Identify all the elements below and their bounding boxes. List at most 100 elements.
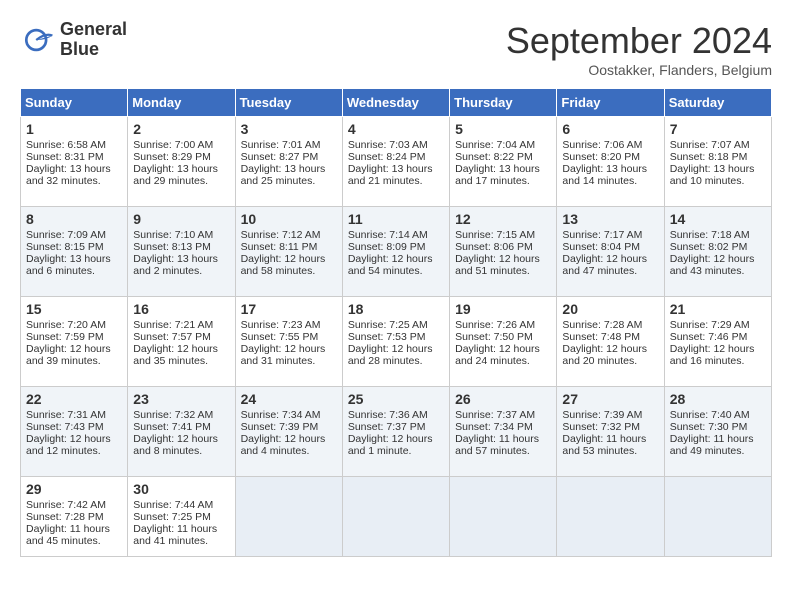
sunrise-text: Sunrise: 7:34 AM (241, 409, 321, 421)
sunrise-text: Sunrise: 7:39 AM (562, 409, 642, 421)
daylight-text: Daylight: 11 hours and 53 minutes. (562, 433, 646, 457)
sunset-text: Sunset: 7:50 PM (455, 331, 533, 343)
day-number: 30 (133, 481, 229, 497)
col-tuesday: Tuesday (235, 89, 342, 117)
sunrise-text: Sunrise: 7:21 AM (133, 319, 213, 331)
sunset-text: Sunset: 7:37 PM (348, 421, 426, 433)
sunrise-text: Sunrise: 7:37 AM (455, 409, 535, 421)
table-row: 8 Sunrise: 7:09 AM Sunset: 8:15 PM Dayli… (21, 207, 128, 297)
daylight-text: Daylight: 12 hours and 39 minutes. (26, 343, 111, 367)
sunset-text: Sunset: 8:24 PM (348, 151, 426, 163)
daylight-text: Daylight: 12 hours and 4 minutes. (241, 433, 326, 457)
sunrise-text: Sunrise: 7:36 AM (348, 409, 428, 421)
sunset-text: Sunset: 7:30 PM (670, 421, 748, 433)
sunset-text: Sunset: 8:02 PM (670, 241, 748, 253)
day-number: 16 (133, 301, 229, 317)
day-number: 25 (348, 391, 444, 407)
calendar-table: Sunday Monday Tuesday Wednesday Thursday… (20, 88, 772, 557)
day-number: 11 (348, 211, 444, 227)
daylight-text: Daylight: 12 hours and 58 minutes. (241, 253, 326, 277)
day-number: 27 (562, 391, 658, 407)
day-number: 18 (348, 301, 444, 317)
day-number: 12 (455, 211, 551, 227)
daylight-text: Daylight: 13 hours and 25 minutes. (241, 163, 326, 187)
daylight-text: Daylight: 13 hours and 2 minutes. (133, 253, 218, 277)
day-number: 6 (562, 121, 658, 137)
col-wednesday: Wednesday (342, 89, 449, 117)
sunset-text: Sunset: 7:34 PM (455, 421, 533, 433)
sunrise-text: Sunrise: 7:14 AM (348, 229, 428, 241)
day-number: 22 (26, 391, 122, 407)
table-row: 4 Sunrise: 7:03 AM Sunset: 8:24 PM Dayli… (342, 117, 449, 207)
col-monday: Monday (128, 89, 235, 117)
daylight-text: Daylight: 12 hours and 43 minutes. (670, 253, 755, 277)
day-number: 3 (241, 121, 337, 137)
table-row: 2 Sunrise: 7:00 AM Sunset: 8:29 PM Dayli… (128, 117, 235, 207)
col-sunday: Sunday (21, 89, 128, 117)
sunrise-text: Sunrise: 7:03 AM (348, 139, 428, 151)
day-number: 15 (26, 301, 122, 317)
col-saturday: Saturday (664, 89, 771, 117)
day-number: 29 (26, 481, 122, 497)
sunset-text: Sunset: 8:18 PM (670, 151, 748, 163)
sunrise-text: Sunrise: 7:09 AM (26, 229, 106, 241)
table-row: 3 Sunrise: 7:01 AM Sunset: 8:27 PM Dayli… (235, 117, 342, 207)
col-thursday: Thursday (450, 89, 557, 117)
sunrise-text: Sunrise: 6:58 AM (26, 139, 106, 151)
table-row: 28 Sunrise: 7:40 AM Sunset: 7:30 PM Dayl… (664, 387, 771, 477)
sunset-text: Sunset: 8:13 PM (133, 241, 211, 253)
sunset-text: Sunset: 7:59 PM (26, 331, 104, 343)
page-header: General Blue September 2024 Oostakker, F… (20, 20, 772, 78)
sunset-text: Sunset: 8:04 PM (562, 241, 640, 253)
table-row: 12 Sunrise: 7:15 AM Sunset: 8:06 PM Dayl… (450, 207, 557, 297)
sunrise-text: Sunrise: 7:25 AM (348, 319, 428, 331)
table-row: 23 Sunrise: 7:32 AM Sunset: 7:41 PM Dayl… (128, 387, 235, 477)
sunset-text: Sunset: 8:31 PM (26, 151, 104, 163)
day-number: 21 (670, 301, 766, 317)
sunset-text: Sunset: 7:46 PM (670, 331, 748, 343)
day-number: 26 (455, 391, 551, 407)
table-row: 14 Sunrise: 7:18 AM Sunset: 8:02 PM Dayl… (664, 207, 771, 297)
daylight-text: Daylight: 13 hours and 17 minutes. (455, 163, 540, 187)
day-number: 9 (133, 211, 229, 227)
day-number: 28 (670, 391, 766, 407)
daylight-text: Daylight: 12 hours and 54 minutes. (348, 253, 433, 277)
daylight-text: Daylight: 11 hours and 45 minutes. (26, 523, 110, 547)
day-number: 13 (562, 211, 658, 227)
table-row: 25 Sunrise: 7:36 AM Sunset: 7:37 PM Dayl… (342, 387, 449, 477)
sunset-text: Sunset: 7:25 PM (133, 511, 211, 523)
day-number: 17 (241, 301, 337, 317)
sunrise-text: Sunrise: 7:26 AM (455, 319, 535, 331)
day-number: 7 (670, 121, 766, 137)
daylight-text: Daylight: 12 hours and 28 minutes. (348, 343, 433, 367)
daylight-text: Daylight: 11 hours and 49 minutes. (670, 433, 754, 457)
sunrise-text: Sunrise: 7:40 AM (670, 409, 750, 421)
daylight-text: Daylight: 11 hours and 57 minutes. (455, 433, 539, 457)
daylight-text: Daylight: 12 hours and 8 minutes. (133, 433, 218, 457)
table-row (664, 477, 771, 557)
sunrise-text: Sunrise: 7:31 AM (26, 409, 106, 421)
calendar-header-row: Sunday Monday Tuesday Wednesday Thursday… (21, 89, 772, 117)
sunrise-text: Sunrise: 7:01 AM (241, 139, 321, 151)
sunrise-text: Sunrise: 7:32 AM (133, 409, 213, 421)
daylight-text: Daylight: 13 hours and 6 minutes. (26, 253, 111, 277)
table-row: 19 Sunrise: 7:26 AM Sunset: 7:50 PM Dayl… (450, 297, 557, 387)
sunset-text: Sunset: 7:48 PM (562, 331, 640, 343)
table-row: 13 Sunrise: 7:17 AM Sunset: 8:04 PM Dayl… (557, 207, 664, 297)
table-row: 21 Sunrise: 7:29 AM Sunset: 7:46 PM Dayl… (664, 297, 771, 387)
table-row: 1 Sunrise: 6:58 AM Sunset: 8:31 PM Dayli… (21, 117, 128, 207)
sunset-text: Sunset: 8:22 PM (455, 151, 533, 163)
day-number: 5 (455, 121, 551, 137)
sunrise-text: Sunrise: 7:00 AM (133, 139, 213, 151)
sunset-text: Sunset: 7:32 PM (562, 421, 640, 433)
table-row: 15 Sunrise: 7:20 AM Sunset: 7:59 PM Dayl… (21, 297, 128, 387)
sunrise-text: Sunrise: 7:42 AM (26, 499, 106, 511)
sunrise-text: Sunrise: 7:17 AM (562, 229, 642, 241)
day-number: 10 (241, 211, 337, 227)
day-number: 4 (348, 121, 444, 137)
calendar-week-row: 22 Sunrise: 7:31 AM Sunset: 7:43 PM Dayl… (21, 387, 772, 477)
day-number: 20 (562, 301, 658, 317)
sunset-text: Sunset: 7:28 PM (26, 511, 104, 523)
table-row: 26 Sunrise: 7:37 AM Sunset: 7:34 PM Dayl… (450, 387, 557, 477)
title-block: September 2024 Oostakker, Flanders, Belg… (506, 20, 772, 78)
